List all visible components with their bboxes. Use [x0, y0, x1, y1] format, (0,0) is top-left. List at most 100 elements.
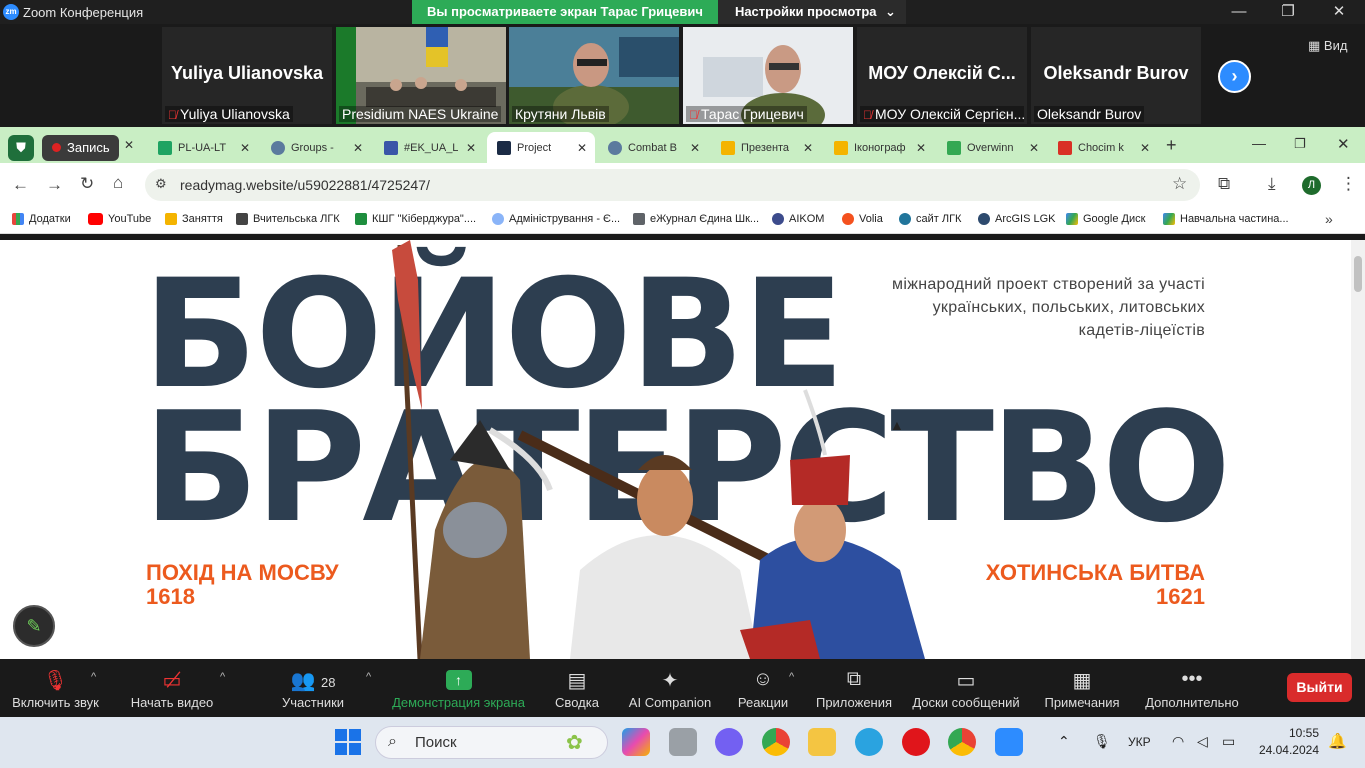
shield-icon[interactable]: ⛊ [8, 135, 34, 161]
chrome-icon[interactable] [762, 728, 790, 756]
annotate-pencil-button[interactable]: ✎ [13, 605, 55, 647]
page-scrollbar[interactable] [1351, 240, 1365, 659]
viber-icon[interactable] [715, 728, 743, 756]
more-bookmarks-icon[interactable]: » [1325, 211, 1333, 227]
start-video-button[interactable]: ▭̸ Начать видео [127, 659, 217, 717]
scrollbar-thumb[interactable] [1354, 256, 1362, 292]
taskbar-search[interactable]: ⌕ Поиск ✿ [375, 726, 608, 759]
participant-tile[interactable]: Oleksandr Burov Oleksandr Burov [1031, 27, 1201, 124]
leave-button[interactable]: Выйти [1287, 673, 1352, 702]
home-icon[interactable]: ⌂ [113, 173, 123, 193]
telegram-icon[interactable] [855, 728, 883, 756]
browser-tab[interactable]: Overwinn ✕ [937, 132, 1047, 163]
close-icon[interactable]: ✕ [690, 141, 700, 155]
chrome-profile-icon[interactable] [948, 728, 976, 756]
bookmark-item[interactable]: Volia [842, 213, 883, 225]
apps-button[interactable]: ⧉ Приложения [812, 659, 896, 717]
battery-icon[interactable]: ▭ [1222, 733, 1235, 750]
close-icon[interactable]: ✕ [803, 141, 813, 155]
browser-tab[interactable]: #EK_UA_L ✕ [374, 132, 484, 163]
browser-tab[interactable]: Презента ✕ [711, 132, 821, 163]
download-icon[interactable]: ⤓ [1268, 174, 1276, 194]
share-screen-button[interactable]: ↑ Демонстрация экрана [390, 659, 527, 717]
profile-avatar[interactable]: Л [1302, 176, 1321, 195]
recording-badge[interactable]: Запись [42, 135, 119, 161]
minimize-button[interactable]: — [1252, 135, 1266, 151]
summary-button[interactable]: ▤ Сводка [552, 659, 602, 717]
file-explorer-icon[interactable] [808, 728, 836, 756]
zoom-app-icon[interactable] [995, 728, 1023, 756]
bookmark-item[interactable]: eЖурнал Єдина Шк... [633, 213, 759, 225]
browser-tab[interactable]: Chocim k ✕ [1048, 132, 1158, 163]
browser-tab[interactable]: Іконограф ✕ [824, 132, 934, 163]
reactions-button[interactable]: ☺ Реакции [736, 659, 790, 717]
audio-options-icon[interactable]: ^ [91, 671, 96, 683]
browser-tab[interactable]: Combat B ✕ [598, 132, 708, 163]
reactions-options-icon[interactable]: ^ [789, 671, 794, 683]
browser-tab[interactable]: PL-UA-LT ✕ [148, 132, 258, 163]
menu-icon[interactable]: ⋮ [1340, 174, 1357, 194]
opera-icon[interactable] [902, 728, 930, 756]
windows-start-icon[interactable] [335, 729, 361, 755]
bookmark-item[interactable]: ArcGIS LGK [978, 213, 1056, 225]
video-options-icon[interactable]: ^ [220, 671, 225, 683]
notification-bell-icon[interactable]: 🔔 [1328, 732, 1347, 750]
bookmark-item[interactable]: сайт ЛГК [899, 213, 961, 225]
back-icon[interactable]: ← [12, 175, 29, 195]
participant-tile[interactable]: Presidium NAES Ukraine [336, 27, 506, 124]
browser-tab[interactable]: Groups - ✕ [261, 132, 371, 163]
next-page-button[interactable]: › [1218, 60, 1251, 93]
extensions-icon[interactable]: ⧉ [1218, 174, 1230, 194]
participant-tile[interactable]: Крутяни Львів [509, 27, 679, 124]
microphone-icon[interactable]: 🎙 [1093, 733, 1111, 750]
volume-icon[interactable]: ◁ [1197, 733, 1208, 750]
participant-tile[interactable]: МОУ Олексій С... 🎙̸ МОУ Олексій Сергієн..… [857, 27, 1027, 124]
close-button[interactable]: ✕ [1337, 135, 1350, 153]
notes-button[interactable]: ▦ Примечания [1042, 659, 1122, 717]
site-info-icon[interactable]: ⚙ [155, 176, 167, 192]
forward-icon[interactable]: → [46, 175, 63, 195]
close-icon[interactable]: ✕ [353, 141, 363, 155]
new-tab-button[interactable]: + [1166, 135, 1177, 156]
clock[interactable]: 10:55 24.04.2024 [1252, 726, 1319, 757]
whiteboards-button[interactable]: ▭ Доски сообщений [909, 659, 1023, 717]
keyboard-language[interactable]: УКР [1128, 735, 1151, 749]
bookmark-item[interactable]: Додатки [12, 213, 71, 225]
bookmark-item[interactable]: Навчальна частина... [1163, 213, 1289, 225]
task-view-icon[interactable] [669, 728, 697, 756]
ai-companion-button[interactable]: ✦ AI Companion [626, 659, 714, 717]
bookmark-item[interactable]: Заняття [165, 213, 223, 225]
bookmark-star-icon[interactable]: ☆ [1172, 174, 1187, 194]
close-icon[interactable]: ✕ [1140, 141, 1150, 155]
bookmark-item[interactable]: Адміністрування - Є... [492, 213, 620, 225]
bookmark-item[interactable]: AIKOM [772, 213, 824, 225]
bookmark-item[interactable]: YouTube [88, 213, 151, 225]
participant-tile[interactable]: 🎙̸ Тарас Грицевич [683, 27, 853, 124]
copilot-icon[interactable] [622, 728, 650, 756]
close-icon[interactable]: ✕ [240, 141, 250, 155]
minimize-button[interactable]: — [1216, 0, 1262, 24]
restore-button[interactable]: ❐ [1294, 136, 1306, 152]
bookmark-item[interactable]: Google Диск [1066, 213, 1145, 225]
participants-options-icon[interactable]: ^ [366, 671, 371, 683]
wifi-icon[interactable]: ◠ [1172, 733, 1184, 750]
close-icon[interactable]: ✕ [466, 141, 476, 155]
close-icon[interactable]: ✕ [577, 141, 587, 155]
participant-tile[interactable]: Yuliya Ulianovska 🎙̸ Yuliya Ulianovska [162, 27, 332, 124]
bookmark-item[interactable]: Вчительська ЛГК [236, 213, 340, 225]
restore-button[interactable]: ❐ [1265, 0, 1311, 24]
participants-button[interactable]: 👥 28 Участники [278, 659, 348, 717]
close-icon[interactable]: ✕ [124, 138, 134, 152]
bookmark-item[interactable]: КШГ "Кіберджура".... [355, 213, 476, 225]
view-settings-button[interactable]: Настройки просмотра ⌄ [717, 0, 906, 24]
close-icon[interactable]: ✕ [1029, 141, 1039, 155]
more-button[interactable]: ••• Дополнительно [1141, 659, 1243, 717]
reload-icon[interactable]: ↻ [80, 174, 94, 194]
close-button[interactable]: ✕ [1316, 0, 1362, 24]
browser-tab-active[interactable]: Project ✕ [487, 132, 595, 163]
tray-chevron-up-icon[interactable]: ⌃ [1058, 733, 1070, 750]
address-bar[interactable]: ⚙ readymag.website/u59022881/4725247/ ☆ [145, 169, 1200, 201]
unmute-button[interactable]: 🎙 Включить звук [8, 659, 103, 717]
view-button[interactable]: ▦ Вид [1308, 38, 1347, 54]
close-icon[interactable]: ✕ [916, 141, 926, 155]
